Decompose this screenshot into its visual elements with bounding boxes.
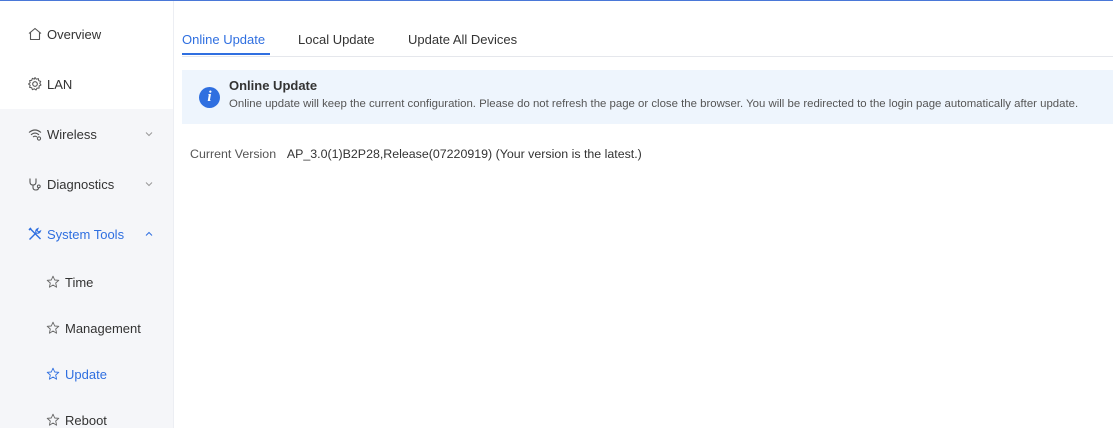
sidebar-subitem-management[interactable]: Management (0, 305, 173, 351)
tab-online-update[interactable]: Online Update (182, 32, 265, 47)
tab-local-update[interactable]: Local Update (298, 32, 375, 47)
star-icon (46, 321, 60, 335)
sidebar-item-system-tools[interactable]: System Tools (0, 209, 173, 259)
gear-icon (27, 76, 43, 92)
home-icon (27, 26, 43, 42)
sidebar-subitem-update[interactable]: Update (0, 351, 173, 397)
chevron-down-icon (144, 179, 154, 189)
sidebar-subitem-label: Update (65, 366, 107, 382)
sidebar-item-overview[interactable]: Overview (0, 9, 173, 59)
tab-bar: Online Update Local Update Update All De… (182, 1, 1113, 57)
sidebar-subitem-label: Time (65, 274, 94, 290)
sidebar-item-label: Diagnostics (47, 176, 115, 192)
sidebar-item-wireless[interactable]: Wireless (0, 109, 173, 159)
sidebar-item-diagnostics[interactable]: Diagnostics (0, 159, 173, 209)
star-icon (46, 413, 60, 427)
info-notice: i Online Update Online update will keep … (182, 70, 1113, 124)
chevron-up-icon (144, 229, 154, 239)
sidebar-item-label: Wireless (47, 126, 97, 142)
wifi-icon (27, 126, 43, 142)
app-window: Overview LAN Wireless Diagnostics System… (0, 0, 1113, 428)
notice-title: Online Update (229, 78, 318, 93)
active-tab-indicator (182, 53, 270, 55)
current-version-value: AP_3.0(1)B2P28,Release(07220919) (Your v… (286, 147, 642, 161)
sidebar-item-label: Overview (47, 26, 102, 42)
sidebar-subitem-reboot[interactable]: Reboot (0, 397, 173, 428)
chevron-down-icon (144, 129, 154, 139)
main-content: Online Update Local Update Update All De… (174, 1, 1113, 428)
current-version-row: Current Version AP_3.0(1)B2P28,Release(0… (190, 147, 642, 161)
tab-update-all-devices[interactable]: Update All Devices (408, 32, 517, 47)
info-icon: i (199, 87, 220, 108)
sidebar-subitem-label: Management (65, 320, 141, 336)
star-icon (46, 275, 60, 289)
sidebar-item-lan[interactable]: LAN (0, 59, 173, 109)
notice-text: Online update will keep the current conf… (229, 98, 1079, 110)
sidebar: Overview LAN Wireless Diagnostics System… (0, 1, 174, 428)
current-version-label: Current Version (190, 147, 277, 161)
star-icon (46, 367, 60, 381)
sidebar-subitem-time[interactable]: Time (0, 259, 173, 305)
sidebar-item-label: LAN (47, 76, 73, 92)
tools-icon (27, 226, 43, 242)
sidebar-subitem-label: Reboot (65, 412, 107, 428)
stethoscope-icon (27, 176, 43, 192)
sidebar-item-label: System Tools (47, 226, 125, 242)
